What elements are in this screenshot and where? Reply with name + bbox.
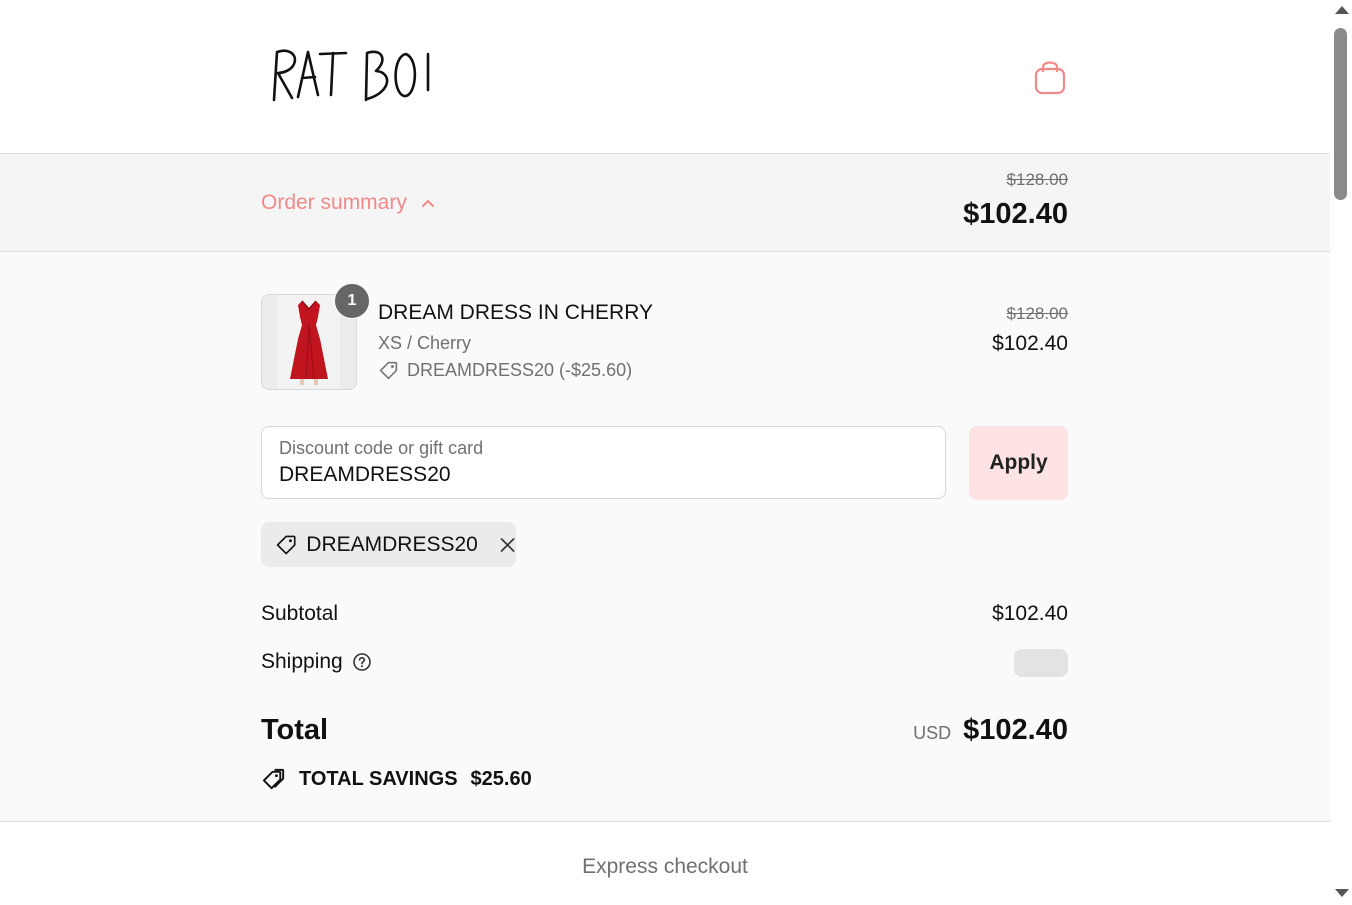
applied-discount-chip: DREAMDRESS20: [261, 522, 516, 567]
shipping-loading-placeholder: [1014, 649, 1068, 677]
subtotal-value: $102.40: [992, 602, 1068, 625]
subtotal-label: Subtotal: [261, 602, 339, 625]
tag-icon: [276, 535, 296, 554]
summary-original-price: $128.00: [1006, 170, 1068, 189]
product-original-price: $128.00: [1006, 304, 1068, 323]
discount-field[interactable]: Discount code or gift card: [261, 426, 946, 499]
scrollbar-thumb[interactable]: [1334, 28, 1347, 200]
shipping-label: Shipping: [261, 650, 343, 673]
header: [0, 0, 1330, 154]
order-summary-label: Order summary: [261, 191, 407, 214]
discount-field-label: Discount code or gift card: [279, 438, 484, 458]
scroll-up-arrow-icon[interactable]: [1335, 6, 1349, 14]
tag-icon: [379, 361, 398, 380]
product-name: DREAM DRESS IN CHERRY: [378, 301, 653, 324]
summary-price: $102.40: [963, 198, 1068, 230]
total-amount: USD $102.40: [913, 714, 1068, 747]
product-variant: XS / Cherry: [378, 333, 472, 353]
savings-tags-icon: [262, 768, 285, 790]
shopping-bag-icon[interactable]: [1032, 58, 1068, 96]
remove-discount-icon[interactable]: [499, 535, 516, 555]
order-summary-bar: [0, 154, 1330, 252]
total-label: Total: [261, 714, 329, 746]
shipping-row: Shipping: [261, 650, 372, 674]
checkout-page: Order summary $128.00 $102.40 1 DREAM DR…: [0, 0, 1330, 905]
rat-boi-logo[interactable]: [268, 40, 438, 110]
quantity-badge: 1: [334, 283, 370, 319]
applied-discount-code: DREAMDRESS20: [306, 532, 478, 556]
product-discount: DREAMDRESS20 (-$25.60): [378, 360, 632, 381]
discount-input[interactable]: [279, 463, 879, 487]
help-icon[interactable]: [352, 652, 372, 672]
express-checkout-heading: Express checkout: [582, 855, 748, 878]
product-discount-text: DREAMDRESS20 (-$25.60): [407, 360, 633, 380]
product-price: $102.40: [992, 332, 1068, 355]
savings-label: TOTAL SAVINGS: [299, 768, 458, 790]
order-summary-panel: [0, 252, 1330, 822]
order-summary-toggle[interactable]: Order summary: [261, 188, 435, 218]
apply-button[interactable]: Apply: [969, 426, 1068, 500]
scroll-down-arrow-icon[interactable]: [1335, 889, 1349, 897]
total-currency: USD: [913, 723, 952, 743]
page-scrollbar[interactable]: [1330, 0, 1352, 905]
chevron-up-icon: [421, 200, 434, 207]
total-savings: TOTAL SAVINGS $25.60: [261, 766, 532, 793]
savings-value: $25.60: [470, 768, 532, 790]
total-value: $102.40: [963, 714, 1068, 746]
